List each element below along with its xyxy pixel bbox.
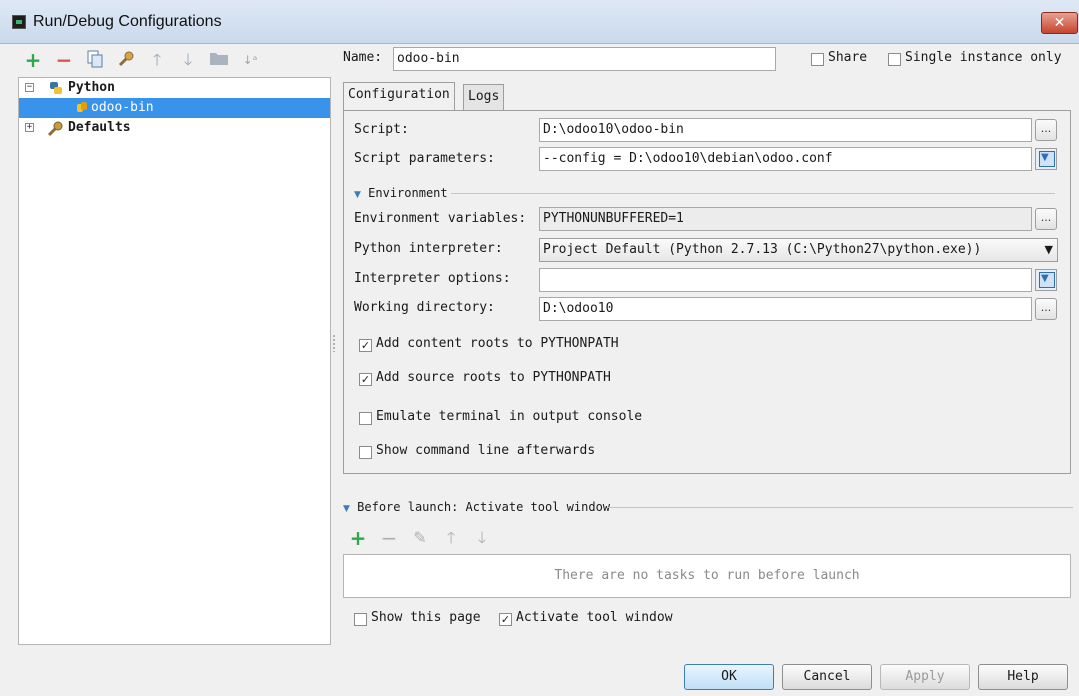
script-label: Script:	[354, 122, 409, 137]
tree-item-label: Defaults	[68, 120, 131, 135]
splitter-handle[interactable]	[332, 334, 336, 352]
ok-button[interactable]: OK	[684, 664, 774, 690]
collapse-icon[interactable]: −	[25, 83, 34, 92]
move-down-icon[interactable]: 🡓	[178, 50, 198, 70]
tab-configuration[interactable]: Configuration	[343, 82, 455, 110]
copy-icon[interactable]	[85, 50, 105, 70]
source-roots-checkbox[interactable]: ✓	[359, 373, 372, 386]
apply-button[interactable]: Apply	[880, 664, 970, 690]
env-vars-field[interactable]: PYTHONUNBUFFERED=1	[539, 207, 1032, 231]
script-browse-button[interactable]: ...	[1035, 119, 1057, 141]
chevron-down-icon: ▼	[1044, 243, 1053, 256]
source-roots-label: Add source roots to PYTHONPATH	[376, 370, 611, 385]
single-instance-label: Single instance only	[905, 50, 1062, 65]
show-command-line-checkbox[interactable]	[359, 446, 372, 459]
move-up-icon[interactable]: 🡑	[147, 50, 167, 70]
title-bar: Run/Debug Configurations ✕	[0, 0, 1079, 44]
help-button[interactable]: Help	[978, 664, 1068, 690]
script-params-field[interactable]: --config = D:\odoo10\debian\odoo.conf	[539, 147, 1032, 171]
script-params-label: Script parameters:	[354, 151, 495, 166]
interp-options-label: Interpreter options:	[354, 271, 511, 286]
name-field[interactable]: odoo-bin	[393, 47, 776, 71]
section-divider	[451, 193, 1055, 194]
env-vars-label: Environment variables:	[354, 211, 527, 226]
tree-item-label: Python	[68, 80, 115, 95]
show-page-label: Show this page	[371, 610, 481, 625]
before-launch-title-text: Before launch: Activate tool window	[357, 500, 611, 514]
interpreter-select[interactable]: Project Default (Python 2.7.13 (C:\Pytho…	[539, 238, 1058, 262]
close-button[interactable]: ✕	[1041, 12, 1078, 34]
interpreter-label: Python interpreter:	[354, 241, 503, 256]
activate-tool-window-label: Activate tool window	[516, 610, 673, 625]
app-icon	[12, 15, 26, 29]
configuration-tree[interactable]: − Python odoo-bin + Defaults	[18, 77, 331, 645]
edit-task-icon[interactable]: ✎	[410, 528, 430, 548]
add-icon[interactable]: +	[23, 50, 43, 70]
share-checkbox[interactable]	[811, 53, 824, 66]
tree-item-odoo-bin[interactable]: odoo-bin	[19, 98, 330, 118]
environment-title-text: Environment	[368, 186, 448, 200]
script-field[interactable]: D:\odoo10\odoo-bin	[539, 118, 1032, 142]
interp-options-field[interactable]	[539, 268, 1032, 292]
folder-icon[interactable]	[209, 50, 229, 70]
interpreter-value: Project Default (Python 2.7.13 (C:\Pytho…	[543, 242, 982, 257]
content-roots-checkbox[interactable]: ✓	[359, 339, 372, 352]
workdir-label: Working directory:	[354, 300, 495, 315]
expand-options-icon[interactable]	[1035, 269, 1057, 291]
task-up-icon[interactable]: 🡑	[441, 528, 461, 548]
collapse-triangle-icon: ▼	[343, 504, 350, 514]
python-file-icon	[77, 102, 87, 112]
edit-defaults-icon[interactable]	[116, 50, 136, 70]
wrench-icon	[47, 121, 63, 137]
show-command-line-label: Show command line afterwards	[376, 443, 596, 458]
emulate-terminal-checkbox[interactable]	[359, 412, 372, 425]
remove-task-icon[interactable]: −	[379, 528, 399, 548]
window-title: Run/Debug Configurations	[33, 13, 222, 30]
collapse-triangle-icon: ▼	[354, 190, 361, 200]
name-label: Name:	[343, 50, 383, 65]
before-launch-title[interactable]: ▼ Before launch: Activate tool window	[343, 500, 610, 514]
workdir-browse-button[interactable]: ...	[1035, 298, 1057, 320]
expand-icon[interactable]: +	[25, 123, 34, 132]
activate-tool-window-checkbox[interactable]: ✓	[499, 613, 512, 626]
section-divider	[607, 507, 1073, 508]
tree-item-defaults[interactable]: + Defaults	[19, 118, 330, 138]
remove-icon[interactable]: −	[54, 50, 74, 70]
sort-icon[interactable]: ↓ᵃ	[240, 50, 260, 70]
tree-item-python[interactable]: − Python	[19, 78, 330, 98]
workdir-field[interactable]: D:\odoo10	[539, 297, 1032, 321]
content-roots-label: Add content roots to PYTHONPATH	[376, 336, 619, 351]
tree-item-label: odoo-bin	[91, 100, 154, 115]
add-task-icon[interactable]: +	[348, 528, 368, 548]
expand-params-icon[interactable]	[1035, 148, 1057, 170]
environment-section-title[interactable]: ▼ Environment	[354, 186, 448, 200]
show-page-checkbox[interactable]	[354, 613, 367, 626]
task-down-icon[interactable]: 🡓	[472, 528, 492, 548]
cancel-button[interactable]: Cancel	[782, 664, 872, 690]
emulate-terminal-label: Emulate terminal in output console	[376, 409, 643, 424]
tab-logs[interactable]: Logs	[463, 84, 505, 110]
before-launch-task-list[interactable]: There are no tasks to run before launch	[343, 554, 1071, 598]
share-label: Share	[828, 50, 868, 65]
python-icon	[50, 82, 62, 94]
env-vars-browse-button[interactable]: ...	[1035, 208, 1057, 230]
single-instance-checkbox[interactable]	[888, 53, 901, 66]
